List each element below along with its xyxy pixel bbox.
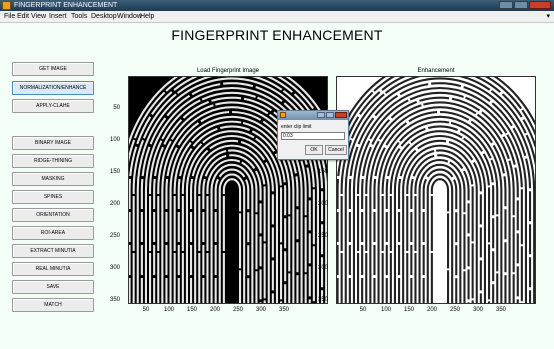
- left-ytick: 350: [109, 297, 120, 303]
- right-panel-title: Enhancement: [417, 68, 455, 74]
- menu-desktop[interactable]: Desktop: [91, 11, 117, 23]
- window-titlebar: FINGERPRINT ENHANCEMENT: [0, 0, 554, 11]
- right-xtick: 250: [449, 307, 460, 313]
- menu-tools[interactable]: Tools: [71, 11, 87, 23]
- right-xtick: 200: [426, 307, 437, 313]
- menubar-dropdown-icon[interactable]: ▾: [546, 11, 550, 23]
- real-minutia-button[interactable]: REAL MINUTIA: [12, 262, 94, 276]
- menu-bar: File Edit View Insert Tools Desktop Wind…: [0, 11, 554, 23]
- maximize-icon[interactable]: [514, 1, 528, 9]
- dialog-maximize-icon[interactable]: [326, 112, 334, 118]
- right-xtick: 50: [359, 307, 367, 313]
- roi-area-button[interactable]: ROI-AREA: [12, 226, 94, 240]
- left-xtick: 300: [255, 307, 266, 313]
- left-xtick: 250: [232, 307, 243, 313]
- orientation-button[interactable]: ORIENTATION: [12, 208, 94, 222]
- right-ytick: 350: [317, 297, 328, 303]
- left-panel-title: Load Fingerprint Image: [196, 68, 260, 74]
- right-xtick: 350: [495, 307, 506, 313]
- fingerprint-ridges: [337, 77, 535, 303]
- match-button[interactable]: MATCH: [12, 298, 94, 312]
- left-xtick: 50: [142, 307, 150, 313]
- app-icon: [2, 1, 11, 10]
- menu-insert[interactable]: Insert: [49, 11, 67, 23]
- normalization-enhance-button[interactable]: NORMALIZATION/ENHANCE: [12, 81, 94, 95]
- right-xtick: 300: [472, 307, 483, 313]
- left-ytick: 50: [113, 105, 120, 111]
- dialog-titlebar[interactable]: [278, 111, 348, 120]
- dialog-window-controls: [317, 112, 347, 118]
- right-xtick: 100: [380, 307, 391, 313]
- cancel-button[interactable]: Cancel: [325, 145, 347, 155]
- clip-limit-dialog: enter clip limit OK Cancel: [277, 110, 349, 160]
- enhanced-fingerprint-axes: [336, 76, 536, 304]
- clip-limit-input[interactable]: [281, 132, 345, 140]
- enhanced-fingerprint-image: [337, 77, 535, 303]
- close-icon[interactable]: [529, 1, 551, 9]
- right-xtick: 150: [403, 307, 414, 313]
- window-controls: [499, 1, 551, 9]
- apply-clahe-button[interactable]: APPLY-CLAHE: [12, 99, 94, 113]
- left-ytick: 200: [109, 201, 120, 207]
- get-image-button[interactable]: GET IMAGE: [12, 62, 94, 76]
- masking-button[interactable]: MASKING: [12, 172, 94, 186]
- left-xtick: 200: [209, 307, 220, 313]
- menu-window[interactable]: Window: [117, 11, 142, 23]
- window-title: FINGERPRINT ENHANCEMENT: [14, 2, 118, 9]
- dialog-close-icon[interactable]: [335, 112, 347, 118]
- app-title: FINGERPRINT ENHANCEMENT: [171, 27, 383, 43]
- dialog-minimize-icon[interactable]: [317, 112, 325, 118]
- left-ytick: 250: [109, 233, 120, 239]
- left-xtick: 350: [278, 307, 289, 313]
- clip-limit-prompt: enter clip limit: [281, 124, 312, 130]
- right-ytick: 200: [317, 201, 328, 207]
- left-xtick: 150: [186, 307, 197, 313]
- left-ytick: 150: [109, 169, 120, 175]
- extract-minutia-button[interactable]: EXTRACT MINUTIA: [12, 244, 94, 258]
- right-ytick: 150: [317, 169, 328, 175]
- save-button[interactable]: SAVE: [12, 280, 94, 294]
- spines-button[interactable]: SPINES: [12, 190, 94, 204]
- ridge-thining-button[interactable]: RIDGE-THINING: [12, 154, 94, 168]
- menu-edit[interactable]: Edit: [17, 11, 29, 23]
- left-ytick: 100: [109, 137, 120, 143]
- binary-image-button[interactable]: BINARY IMAGE: [12, 136, 94, 150]
- menu-help[interactable]: Help: [140, 11, 154, 23]
- minimize-icon[interactable]: [499, 1, 513, 9]
- dialog-app-icon: [280, 112, 286, 118]
- menu-file[interactable]: File: [4, 11, 15, 23]
- right-ytick: 300: [317, 265, 328, 271]
- left-xtick: 100: [163, 307, 174, 313]
- menu-view[interactable]: View: [31, 11, 46, 23]
- ok-button[interactable]: OK: [305, 145, 323, 155]
- left-ytick: 300: [109, 265, 120, 271]
- right-ytick: 250: [317, 233, 328, 239]
